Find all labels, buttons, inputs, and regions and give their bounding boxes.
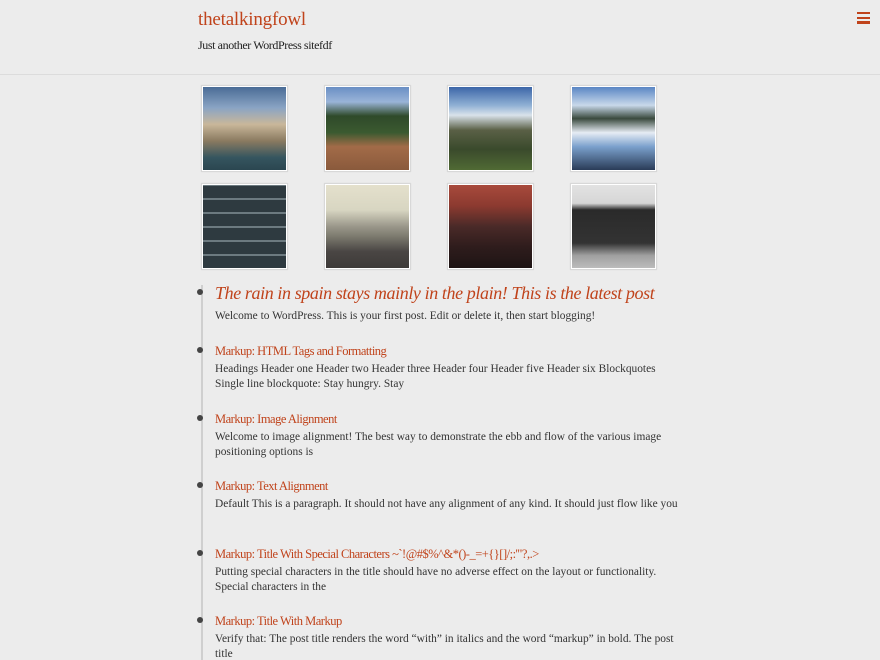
gallery-thumb[interactable] xyxy=(570,85,657,172)
post-title[interactable]: Markup: Title With Special Characters ~`… xyxy=(215,547,539,562)
mountain-lake-photo xyxy=(203,87,286,170)
site-description: Just another WordPress sitefdf xyxy=(198,38,332,52)
gallery-thumb[interactable] xyxy=(201,183,288,270)
post-excerpt: Putting special characters in the title … xyxy=(215,566,657,593)
post-title[interactable]: The rain in spain stays mainly in the pl… xyxy=(215,283,655,304)
timeline-bullet xyxy=(197,347,203,353)
gallery-thumb[interactable] xyxy=(447,85,534,172)
site-title[interactable]: thetalkingfowl xyxy=(198,9,306,31)
buffalo-block-bricks-photo xyxy=(203,185,286,268)
smoker-grill-photo xyxy=(572,185,655,268)
restaurant-group-photo xyxy=(449,185,532,268)
timeline-bullet xyxy=(197,482,203,488)
gallery-thumb[interactable] xyxy=(324,183,411,270)
hamburger-menu-icon[interactable] xyxy=(857,12,870,24)
timeline-bullet xyxy=(197,289,203,295)
site-header: thetalkingfowl Just another WordPress si… xyxy=(0,0,880,75)
post-excerpt: Welcome to image alignment! The best way… xyxy=(215,431,662,458)
gallery-thumb[interactable] xyxy=(324,85,411,172)
timeline-bullet xyxy=(197,550,203,556)
gallery-thumb[interactable] xyxy=(447,183,534,270)
timeline-line xyxy=(201,285,203,660)
misty-lake-photo xyxy=(326,185,409,268)
post-title[interactable]: Markup: Text Alignment xyxy=(215,479,328,494)
timeline-bullet xyxy=(197,617,203,623)
post-excerpt: Verify that: The post title renders the … xyxy=(215,633,674,660)
post-excerpt: Welcome to WordPress. This is your first… xyxy=(215,310,596,322)
post-excerpt: Headings Header one Header two Header th… xyxy=(215,363,656,390)
timeline-bullet xyxy=(197,415,203,421)
post-excerpt: Default This is a paragraph. It should n… xyxy=(215,498,678,510)
post-title[interactable]: Markup: HTML Tags and Formatting xyxy=(215,344,387,359)
gallery-thumb[interactable] xyxy=(201,85,288,172)
snowy-river-photo xyxy=(572,87,655,170)
post-title[interactable]: Markup: Image Alignment xyxy=(215,412,337,427)
mountain-valley-photo xyxy=(449,87,532,170)
post-title[interactable]: Markup: Title With Markup xyxy=(215,614,342,629)
gallery-thumb[interactable] xyxy=(570,183,657,270)
forest-rock-photo xyxy=(326,87,409,170)
